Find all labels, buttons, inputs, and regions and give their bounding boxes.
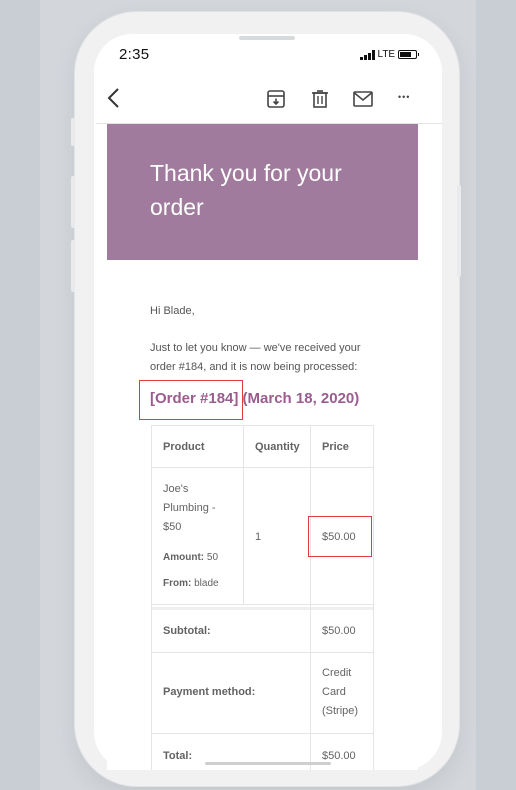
item-quantity: 1 — [255, 531, 262, 543]
status-time: 2:35 — [119, 46, 150, 63]
mute-switch — [71, 118, 75, 146]
network-type: LTE — [377, 49, 396, 60]
power-button — [457, 185, 461, 277]
battery-level — [400, 52, 411, 57]
item-name: Joe's Plumbing - $50 — [163, 483, 216, 533]
table-header-product: Product — [163, 441, 205, 453]
payment-method-value: Credit Card (Stripe) — [322, 667, 359, 717]
trash-icon[interactable] — [309, 88, 331, 110]
volume-down-button — [71, 240, 75, 292]
battery-icon — [398, 50, 420, 59]
item-price-highlight — [308, 516, 372, 557]
subtotal-label: Subtotal: — [163, 625, 211, 637]
item-amount: Amount: 50 — [163, 548, 218, 567]
home-indicator[interactable] — [205, 762, 331, 765]
item-amount-label: Amount: — [163, 552, 205, 563]
subtotal-value: $50.00 — [322, 625, 356, 637]
item-from: From: blade — [163, 574, 219, 593]
email-hero-title: Thank you for your order — [150, 160, 342, 220]
status-indicators: LTE — [360, 49, 420, 60]
order-number-highlight — [139, 380, 243, 420]
signal-icon — [360, 49, 375, 60]
table-header-price: Price — [322, 441, 349, 453]
email-body — [107, 260, 418, 770]
email-greeting: Hi Blade, — [150, 305, 195, 317]
table-header-quantity: Quantity — [255, 441, 300, 453]
order-date: (March 18, 2020) — [242, 390, 360, 407]
total-label: Total: — [163, 750, 193, 762]
item-from-label: From: — [163, 578, 192, 589]
speaker-grille — [239, 36, 295, 40]
back-icon[interactable] — [106, 87, 122, 109]
volume-up-button — [71, 176, 75, 228]
email-intro: Just to let you know — we've received yo… — [150, 342, 361, 373]
item-from-value: blade — [194, 578, 219, 589]
payment-method-label: Payment method: — [163, 686, 256, 698]
archive-icon[interactable] — [265, 88, 287, 110]
more-options-button[interactable]: ••• — [398, 92, 410, 102]
mail-icon[interactable] — [352, 88, 374, 110]
item-amount-value: 50 — [206, 552, 219, 563]
